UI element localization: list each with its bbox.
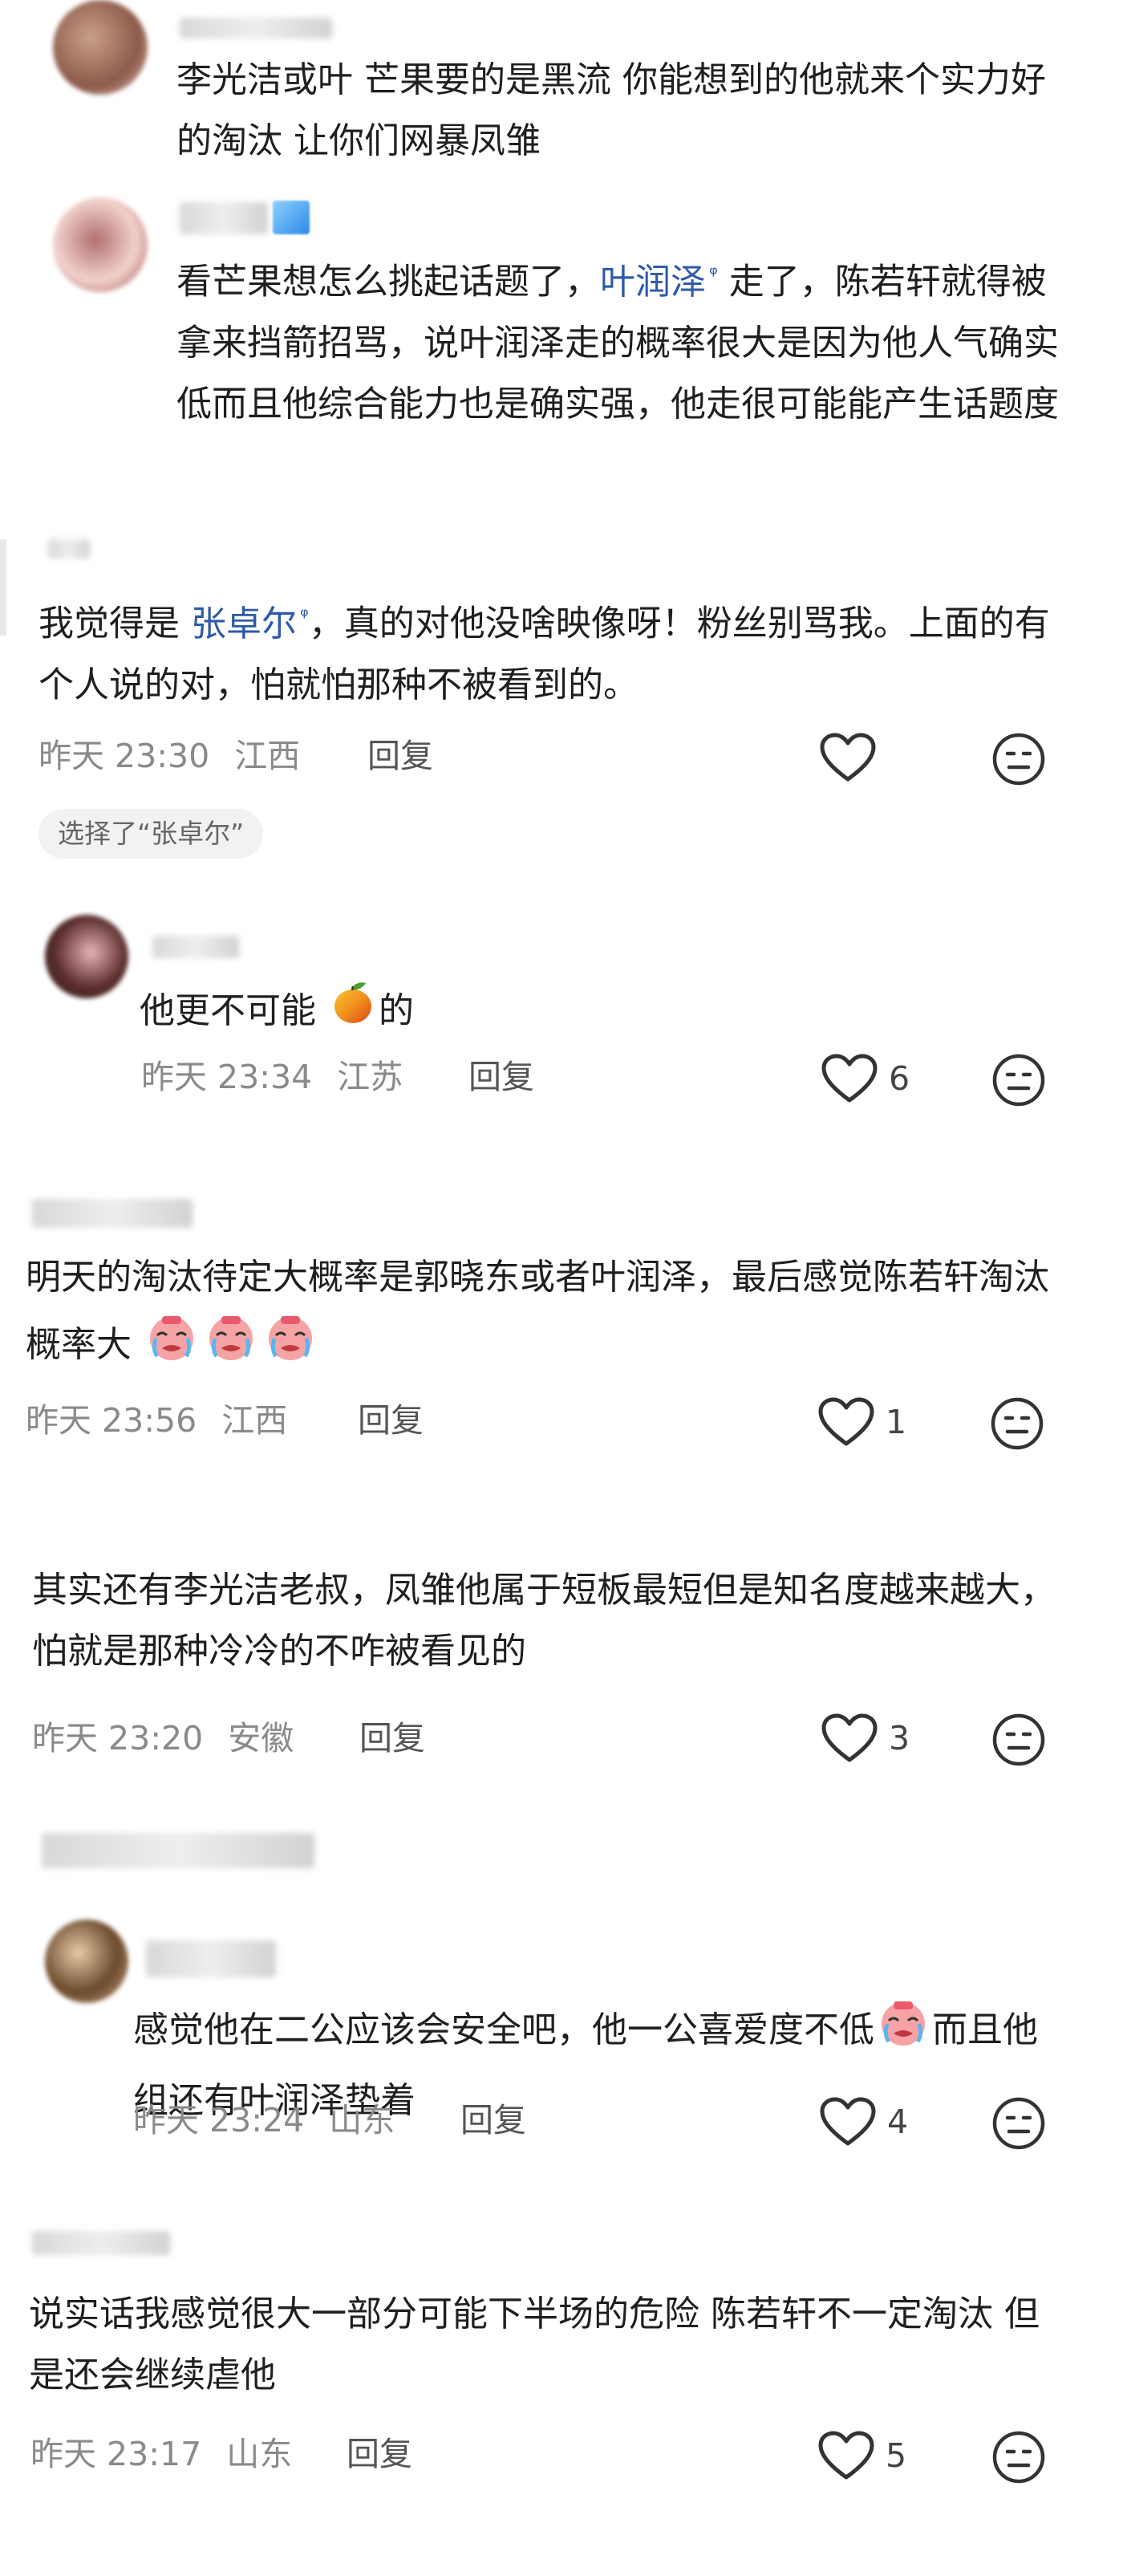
- username-blurred[interactable]: [48, 539, 90, 559]
- comment-meta: 昨天 23:20 安徽: [32, 1714, 294, 1762]
- heart-outline-icon: [820, 733, 876, 782]
- username-blurred[interactable]: [180, 202, 268, 234]
- neutral-face-icon[interactable]: [991, 732, 1046, 786]
- username-blurred[interactable]: [180, 18, 332, 39]
- reply-button[interactable]: 回复: [468, 1053, 534, 1101]
- location: 江西: [221, 1401, 288, 1440]
- neutral-face-icon[interactable]: [990, 1396, 1044, 1451]
- comment-meta: 昨天 23:30 江西: [39, 732, 300, 780]
- avatar[interactable]: [45, 915, 128, 998]
- heart-outline-icon: [818, 1397, 874, 1447]
- location: 山东: [226, 2435, 293, 2473]
- mango-emoji-icon: [327, 977, 379, 1048]
- reply-button[interactable]: 回复: [367, 732, 433, 780]
- comment-text: 其实还有李光洁老叔，凤雏他属于短板最短但是知名度越来越大，怕就是那种冷冷的不咋被…: [32, 1570, 1056, 1672]
- neutral-face-icon[interactable]: [991, 1713, 1046, 1767]
- location: 江苏: [337, 1058, 403, 1096]
- location: 山东: [329, 2101, 395, 2139]
- heart-outline-icon: [821, 1054, 878, 1103]
- like-button[interactable]: 3: [821, 1709, 910, 1767]
- choice-tag: 选择了“张卓尔”: [39, 809, 264, 859]
- timestamp: 昨天 23:56: [26, 1401, 197, 1440]
- search-icon: ᵠ: [300, 604, 309, 628]
- neutral-face-icon[interactable]: [991, 2096, 1046, 2151]
- username-blurred[interactable]: [32, 2231, 170, 2255]
- heart-outline-icon: [820, 2097, 876, 2147]
- comment-text: 看芒果想怎么挑起话题了，叶润泽 ᵠ 走了，陈若轩就得被拿来挡箭招骂，说叶润泽走的概…: [176, 261, 1059, 425]
- search-icon: ᵠ: [709, 262, 718, 286]
- like-count: 4: [887, 2103, 909, 2141]
- like-count: 6: [889, 1059, 910, 1098]
- comment-text: 说实话我感觉很大一部分可能下半场的危险 陈若轩不一定淘汰 但是还会继续虐他: [29, 2294, 1040, 2395]
- reply-button[interactable]: 回复: [347, 2430, 412, 2478]
- neutral-face-icon[interactable]: [991, 2430, 1046, 2485]
- like-button[interactable]: 6: [821, 1050, 910, 1107]
- heart-outline-icon: [821, 1713, 878, 1763]
- comment-meta: 昨天 23:56 江西: [26, 1396, 287, 1444]
- comment-text: 他更不可能 的: [140, 977, 1022, 1048]
- mention-link[interactable]: 叶润泽 ᵠ: [600, 262, 718, 303]
- comment-meta: 昨天 23:24 山东: [133, 2096, 395, 2144]
- crying-face-emoji-icon: [874, 1993, 932, 2070]
- badge-icon: [273, 201, 310, 234]
- timestamp: 昨天 23:24: [133, 2101, 305, 2139]
- reply-button[interactable]: 回复: [460, 2096, 526, 2144]
- like-button[interactable]: 5: [818, 2427, 906, 2485]
- comment-text: 明天的淘汰待定大概率是郭晓东或者叶润泽，最后感觉陈若轩淘汰概率大: [26, 1247, 1068, 1385]
- username-blurred[interactable]: [32, 1199, 193, 1228]
- like-button[interactable]: [820, 729, 876, 786]
- timestamp: 昨天 23:34: [141, 1058, 313, 1096]
- username-blurred[interactable]: [146, 1940, 276, 1977]
- like-count: 3: [889, 1719, 910, 1757]
- timestamp: 昨天 23:17: [30, 2435, 202, 2473]
- timestamp: 昨天 23:30: [39, 737, 210, 775]
- mention-link[interactable]: 张卓尔 ᵠ: [191, 603, 309, 644]
- username-blurred[interactable]: [42, 1833, 314, 1868]
- comment-meta: 昨天 23:34 江苏: [141, 1053, 403, 1101]
- reply-button[interactable]: 回复: [358, 1396, 424, 1444]
- like-count: 5: [886, 2436, 907, 2475]
- heart-outline-icon: [818, 2431, 874, 2481]
- comment-meta: 昨天 23:17 山东: [30, 2430, 292, 2478]
- location: 安徽: [228, 1719, 294, 1757]
- location: 江西: [234, 737, 301, 775]
- like-count: 1: [886, 1403, 907, 1441]
- avatar[interactable]: [53, 197, 148, 292]
- username-blurred[interactable]: [152, 936, 239, 958]
- avatar[interactable]: [45, 1920, 128, 2003]
- crying-face-emoji-icon: [143, 1308, 326, 1385]
- comment-text: 李光洁或叶 芒果要的是黑流 你能想到的他就来个实力好的淘汰 让你们网暴凤雏: [176, 59, 1046, 161]
- thread-line: [0, 539, 6, 636]
- avatar[interactable]: [53, 0, 148, 95]
- reply-button[interactable]: 回复: [359, 1714, 425, 1762]
- comment-text: 我觉得是 张卓尔 ᵠ，真的对他没啥映像呀！粉丝别骂我。上面的有个人说的对，怕就怕那…: [39, 603, 1050, 705]
- like-button[interactable]: 4: [820, 2093, 908, 2151]
- timestamp: 昨天 23:20: [32, 1719, 204, 1757]
- like-button[interactable]: 1: [818, 1393, 906, 1451]
- neutral-face-icon[interactable]: [991, 1053, 1046, 1107]
